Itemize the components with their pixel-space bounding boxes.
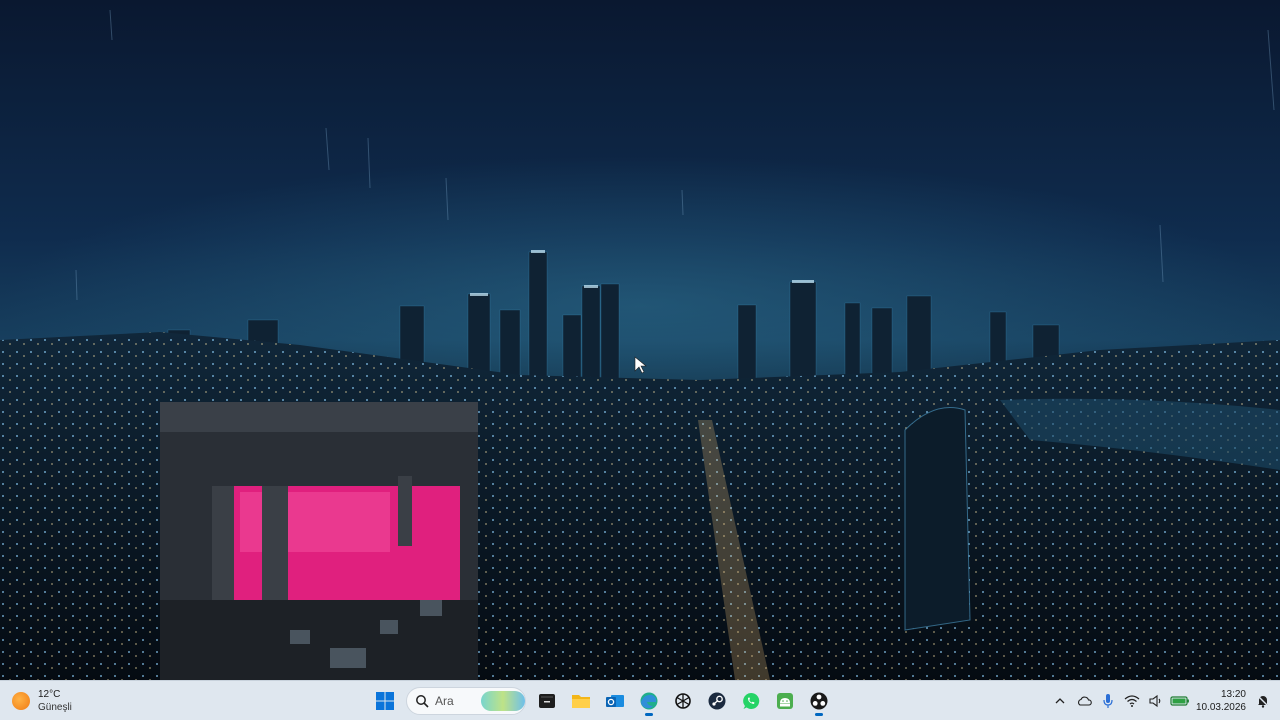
start-button[interactable] bbox=[368, 685, 402, 717]
taskbar-app-terminal[interactable] bbox=[530, 685, 564, 717]
search-placeholder: Ara bbox=[435, 694, 454, 708]
taskbar-app-obs[interactable] bbox=[802, 685, 836, 717]
notification-bell-icon bbox=[1256, 694, 1270, 708]
microphone-tray[interactable] bbox=[1096, 681, 1120, 720]
taskbar-app-whatsapp[interactable] bbox=[734, 685, 768, 717]
clock[interactable]: 13:20 10.03.2026 bbox=[1192, 688, 1252, 714]
notification-button[interactable] bbox=[1252, 681, 1274, 720]
windows-start-icon bbox=[376, 692, 394, 710]
clock-time: 13:20 bbox=[1220, 689, 1246, 700]
taskbar-app-outlook[interactable] bbox=[598, 685, 632, 717]
battery-tray[interactable] bbox=[1168, 681, 1192, 720]
taskbar-app-steam[interactable] bbox=[700, 685, 734, 717]
system-tray: 13:20 10.03.2026 bbox=[1048, 681, 1280, 720]
volume-tray[interactable] bbox=[1144, 681, 1168, 720]
desktop-wallpaper bbox=[0, 0, 1280, 680]
search-box[interactable]: Ara bbox=[406, 687, 526, 715]
taskbar-center: Ara bbox=[368, 685, 836, 717]
taskbar-app-file-explorer[interactable] bbox=[564, 685, 598, 717]
weather-condition: Güneşli bbox=[38, 702, 72, 713]
obs-studio-icon bbox=[810, 692, 828, 710]
sun-icon bbox=[12, 692, 30, 710]
battery-icon bbox=[1170, 696, 1189, 706]
weather-temperature: 12°C bbox=[38, 689, 61, 700]
search-icon bbox=[416, 695, 429, 708]
taskbar-app-chatgpt[interactable] bbox=[666, 685, 700, 717]
steam-icon bbox=[708, 692, 726, 710]
clock-date: 10.03.2026 bbox=[1195, 702, 1246, 713]
speaker-icon bbox=[1149, 694, 1161, 708]
file-explorer-icon bbox=[572, 695, 590, 708]
taskbar: 12°C Güneşli Ara 13:20 10.03.2026 bbox=[0, 680, 1280, 720]
chevron-up-icon bbox=[1055, 698, 1065, 704]
outlook-icon bbox=[606, 695, 624, 707]
wifi-icon bbox=[1124, 695, 1140, 707]
whatsapp-icon bbox=[743, 692, 760, 709]
weather-widget[interactable]: 12°C Güneşli bbox=[12, 686, 72, 716]
onedrive-cloud-icon bbox=[1077, 696, 1092, 706]
search-highlight-icon bbox=[481, 691, 525, 711]
chatgpt-icon bbox=[675, 693, 691, 709]
onedrive-tray[interactable] bbox=[1072, 681, 1096, 720]
network-tray[interactable] bbox=[1120, 681, 1144, 720]
edge-browser-icon bbox=[640, 692, 658, 710]
taskbar-app-android[interactable] bbox=[768, 685, 802, 717]
android-app-icon bbox=[777, 693, 793, 709]
microphone-icon bbox=[1103, 694, 1113, 708]
wallpaper-image bbox=[0, 0, 1280, 680]
show-hidden-icons-button[interactable] bbox=[1048, 681, 1072, 720]
taskbar-app-edge[interactable] bbox=[632, 685, 666, 717]
terminal-icon bbox=[539, 694, 555, 708]
